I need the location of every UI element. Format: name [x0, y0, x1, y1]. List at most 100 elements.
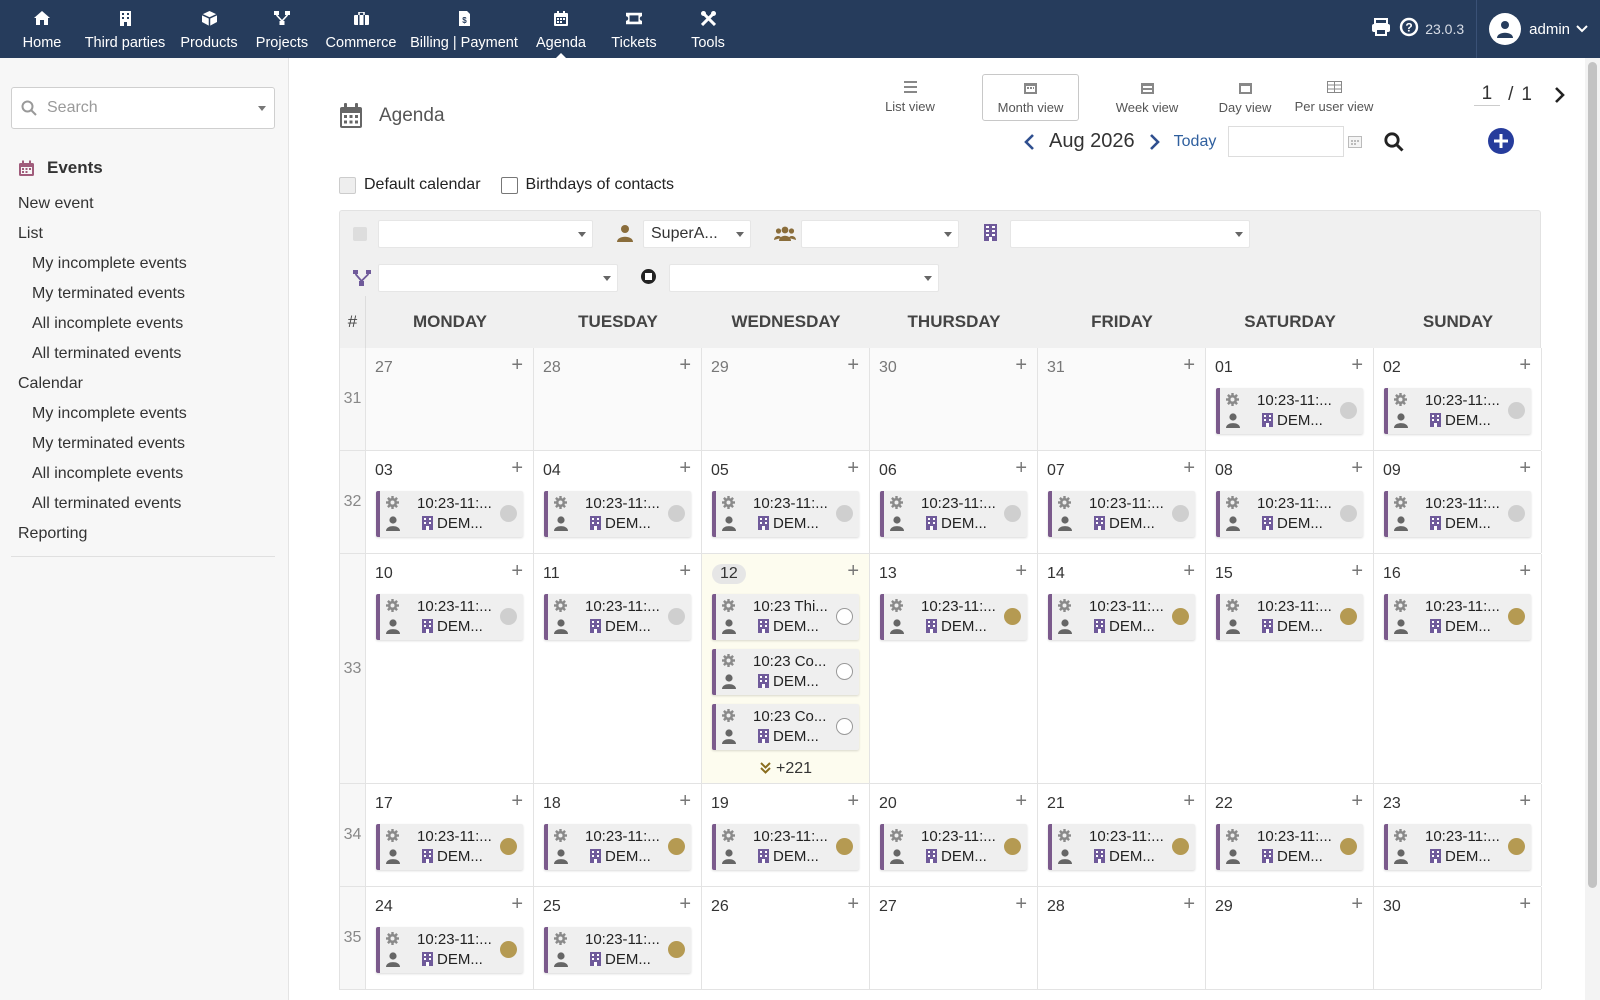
add-event-plus-icon[interactable]: +: [679, 355, 691, 375]
prev-month-icon[interactable]: [1024, 133, 1035, 151]
date-picker-icon[interactable]: [1348, 135, 1363, 148]
nav-home[interactable]: Home: [0, 0, 87, 58]
add-event-plus-icon[interactable]: +: [847, 894, 859, 914]
print-icon[interactable]: [1371, 17, 1391, 41]
sidebar-section-title[interactable]: Events: [18, 158, 103, 178]
day-cell[interactable]: 26 +: [702, 887, 870, 989]
add-event-plus-icon[interactable]: +: [1351, 355, 1363, 375]
event-card[interactable]: 10:23-11:... DEM...: [1216, 491, 1363, 537]
next-month-icon[interactable]: [1149, 133, 1160, 151]
day-cell[interactable]: 01 +10:23-11:... DEM...: [1206, 348, 1374, 450]
event-card[interactable]: 10:23-11:... DEM...: [1216, 388, 1363, 434]
view-per-user-view[interactable]: Per user view: [1287, 74, 1381, 121]
day-cell[interactable]: 30 +: [870, 348, 1038, 450]
event-card[interactable]: 10:23-11:... DEM...: [376, 491, 523, 537]
view-week-view[interactable]: Week view: [1102, 74, 1192, 121]
search-dropdown-caret-icon[interactable]: [258, 106, 266, 111]
day-cell[interactable]: 05 +10:23-11:... DEM...: [702, 451, 870, 553]
add-event-plus-icon[interactable]: +: [1519, 791, 1531, 811]
add-event-plus-icon[interactable]: +: [1015, 894, 1027, 914]
add-event-plus-icon[interactable]: +: [1519, 458, 1531, 478]
day-cell[interactable]: 28 +: [1038, 887, 1206, 989]
event-card[interactable]: 10:23 Thi... DEM...: [712, 594, 859, 640]
nav-projects[interactable]: Projects: [237, 0, 327, 58]
scrollbar-thumb[interactable]: [1588, 62, 1597, 888]
page-scrollbar[interactable]: [1585, 58, 1600, 1000]
add-event-plus-icon[interactable]: +: [1183, 355, 1195, 375]
event-card[interactable]: 10:23-11:... DEM...: [880, 491, 1027, 537]
day-cell[interactable]: 17 +10:23-11:... DEM...: [366, 784, 534, 886]
add-event-plus-icon[interactable]: +: [1015, 561, 1027, 581]
add-event-plus-icon[interactable]: +: [1351, 791, 1363, 811]
nav-third-parties[interactable]: Third parties: [80, 0, 170, 58]
sidebar-link-my-incomplete-events[interactable]: My incomplete events: [32, 405, 187, 423]
add-event-plus-icon[interactable]: +: [1519, 894, 1531, 914]
add-event-plus-icon[interactable]: +: [511, 355, 523, 375]
sidebar-link-all-incomplete-events[interactable]: All incomplete events: [32, 315, 183, 333]
user-menu[interactable]: admin: [1476, 0, 1600, 58]
sidebar-link-calendar[interactable]: Calendar: [18, 375, 83, 393]
day-cell[interactable]: 09 +10:23-11:... DEM...: [1374, 451, 1542, 553]
add-event-plus-icon[interactable]: +: [847, 458, 859, 478]
event-card[interactable]: 10:23-11:... DEM...: [1216, 824, 1363, 870]
day-cell[interactable]: 30 +: [1374, 887, 1542, 989]
day-cell[interactable]: 27 +: [870, 887, 1038, 989]
event-card[interactable]: 10:23-11:... DEM...: [376, 927, 523, 973]
day-cell[interactable]: 08 +10:23-11:... DEM...: [1206, 451, 1374, 553]
sidebar-link-new-event[interactable]: New event: [18, 195, 94, 213]
day-cell[interactable]: 23 +10:23-11:... DEM...: [1374, 784, 1542, 886]
add-event-plus-icon[interactable]: +: [847, 355, 859, 375]
day-cell[interactable]: 11 +10:23-11:... DEM...: [534, 554, 702, 783]
user-select[interactable]: SuperA...: [643, 220, 751, 248]
add-event-plus-icon[interactable]: +: [1015, 355, 1027, 375]
page-current[interactable]: 1: [1473, 83, 1501, 106]
day-cell[interactable]: 29 +: [1206, 887, 1374, 989]
add-event-plus-icon[interactable]: +: [1015, 791, 1027, 811]
add-event-plus-icon[interactable]: +: [511, 561, 523, 581]
day-cell[interactable]: 14 +10:23-11:... DEM...: [1038, 554, 1206, 783]
event-card[interactable]: 10:23-11:... DEM...: [1384, 824, 1531, 870]
add-event-plus-icon[interactable]: +: [511, 458, 523, 478]
add-event-plus-icon[interactable]: +: [679, 458, 691, 478]
birthdays-checkbox[interactable]: [500, 176, 518, 194]
add-event-plus-icon[interactable]: +: [511, 894, 523, 914]
event-card[interactable]: 10:23-11:... DEM...: [1048, 491, 1195, 537]
default-calendar-checkbox[interactable]: [339, 176, 356, 194]
day-cell[interactable]: 25 +10:23-11:... DEM...: [534, 887, 702, 989]
event-card[interactable]: 10:23-11:... DEM...: [376, 594, 523, 640]
project-select[interactable]: [378, 264, 618, 292]
day-cell[interactable]: 19 +10:23-11:... DEM...: [702, 784, 870, 886]
view-list-view[interactable]: List view: [868, 74, 952, 121]
sidebar-link-list[interactable]: List: [18, 225, 43, 243]
day-cell[interactable]: 24 +10:23-11:... DEM...: [366, 887, 534, 989]
event-card[interactable]: 10:23-11:... DEM...: [544, 594, 691, 640]
sidebar-link-all-terminated-events[interactable]: All terminated events: [32, 345, 181, 363]
sidebar-link-all-terminated-events[interactable]: All terminated events: [32, 495, 181, 513]
add-event-plus-icon[interactable]: +: [1351, 561, 1363, 581]
add-event-plus-icon[interactable]: +: [1351, 894, 1363, 914]
event-card[interactable]: 10:23-11:... DEM...: [1384, 388, 1531, 434]
day-cell[interactable]: 21 +10:23-11:... DEM...: [1038, 784, 1206, 886]
day-cell[interactable]: 15 +10:23-11:... DEM...: [1206, 554, 1374, 783]
day-cell[interactable]: 04 +10:23-11:... DEM...: [534, 451, 702, 553]
day-cell[interactable]: 07 +10:23-11:... DEM...: [1038, 451, 1206, 553]
day-cell[interactable]: 22 +10:23-11:... DEM...: [1206, 784, 1374, 886]
day-cell[interactable]: 03 +10:23-11:... DEM...: [366, 451, 534, 553]
event-card[interactable]: 10:23-11:... DEM...: [1048, 594, 1195, 640]
more-events-link[interactable]: +221: [702, 760, 870, 778]
nav-billing-payment[interactable]: $ Billing | Payment: [410, 0, 518, 58]
event-card[interactable]: 10:23-11:... DEM...: [712, 491, 859, 537]
sidebar-link-all-incomplete-events[interactable]: All incomplete events: [32, 465, 183, 483]
help-icon[interactable]: ?: [1399, 17, 1419, 42]
add-event-plus-icon[interactable]: +: [679, 791, 691, 811]
today-button[interactable]: Today: [1174, 133, 1217, 151]
add-event-plus-icon[interactable]: +: [1015, 458, 1027, 478]
event-card[interactable]: 10:23-11:... DEM...: [1384, 491, 1531, 537]
nav-tools[interactable]: Tools: [663, 0, 753, 58]
day-cell[interactable]: 27 +: [366, 348, 534, 450]
add-event-plus-icon[interactable]: +: [1183, 561, 1195, 581]
sidebar-link-my-terminated-events[interactable]: My terminated events: [32, 435, 185, 453]
event-card[interactable]: 10:23-11:... DEM...: [1048, 824, 1195, 870]
day-cell[interactable]: 20 +10:23-11:... DEM...: [870, 784, 1038, 886]
event-card[interactable]: 10:23-11:... DEM...: [880, 594, 1027, 640]
